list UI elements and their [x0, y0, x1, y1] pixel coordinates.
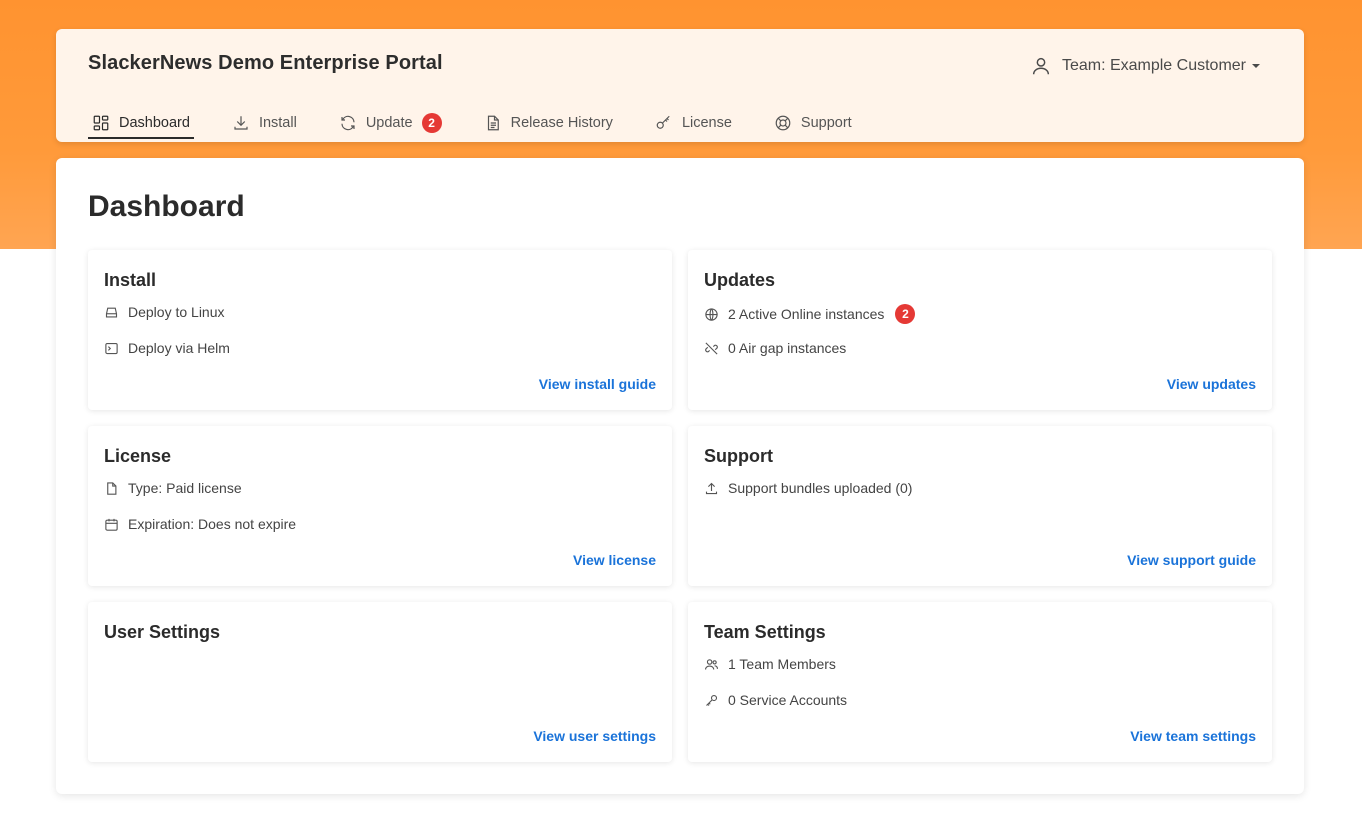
list-item: 0 Air gap instances [704, 340, 846, 356]
list-item: Support bundles uploaded (0) [704, 480, 912, 496]
upload-icon [705, 482, 718, 494]
tab-license[interactable]: License [651, 107, 736, 139]
tab-install-label: Install [258, 115, 297, 131]
team-name: Team: Example Customer [1061, 57, 1246, 74]
view-install-guide-link[interactable]: View install guide [539, 376, 656, 392]
refresh-icon [341, 115, 355, 131]
chevron-down-icon [1252, 64, 1260, 68]
main-nav: Dashboard Install Update 2 Release Histo… [88, 107, 890, 139]
tab-release-history-label: Release History [510, 115, 613, 131]
tab-license-label: License [681, 115, 732, 131]
page-title: Dashboard [88, 190, 245, 223]
list-item: 2 Active Online instances 2 [704, 304, 916, 324]
file-icon [107, 481, 117, 495]
team-settings-card: Team Settings 1 Team Members 0 Service A… [688, 602, 1272, 762]
users-icon [705, 658, 718, 670]
user-settings-card: User Settings View user settings [88, 602, 672, 762]
portal-title: SlackerNews Demo Enterprise Portal [88, 52, 443, 74]
support-card: Support Support bundles uploaded (0) Vie… [688, 426, 1272, 586]
card-title: Support [704, 446, 773, 466]
tab-dashboard-label: Dashboard [119, 115, 190, 131]
dashboard-icon [93, 115, 109, 131]
card-title: Updates [704, 270, 776, 290]
view-updates-link[interactable]: View updates [1167, 376, 1256, 392]
list-item: Type: Paid license [104, 480, 242, 496]
list-item: 1 Team Members [704, 656, 836, 672]
update-count-badge: 2 [421, 113, 442, 133]
view-support-guide-link[interactable]: View support guide [1127, 552, 1256, 568]
card-title: License [104, 446, 172, 466]
main-panel: Dashboard Install Deploy to Linux Deploy… [56, 158, 1304, 794]
tab-update[interactable]: Update 2 [335, 107, 446, 139]
view-user-settings-link[interactable]: View user settings [533, 728, 656, 744]
tab-update-label: Update [365, 115, 413, 131]
list-item: Deploy via Helm [104, 340, 230, 356]
install-card: Install Deploy to Linux Deploy via Helm … [88, 250, 672, 410]
download-icon [234, 116, 248, 130]
view-license-link[interactable]: View license [573, 552, 656, 568]
unlink-icon [705, 341, 718, 355]
tab-support-label: Support [800, 115, 852, 131]
user-icon [1032, 57, 1050, 75]
calendar-icon [105, 518, 118, 531]
key-icon [656, 115, 670, 129]
online-instances-badge: 2 [895, 304, 916, 324]
card-title: User Settings [104, 622, 221, 642]
server-drive-icon [105, 307, 118, 317]
license-card: License Type: Paid license Expiration: D… [88, 426, 672, 586]
tab-install[interactable]: Install [228, 107, 301, 139]
key-icon [706, 694, 718, 706]
globe-icon [705, 307, 718, 321]
updates-card: Updates 2 Active Online instances 2 0 Ai… [688, 250, 1272, 410]
lifebuoy-icon [775, 115, 791, 131]
team-menu[interactable]: Team: Example Customer [1030, 55, 1260, 77]
portal-header: SlackerNews Demo Enterprise Portal Team:… [56, 29, 1304, 142]
tab-release-history[interactable]: Release History [480, 107, 617, 139]
document-icon [487, 115, 499, 131]
view-team-settings-link[interactable]: View team settings [1130, 728, 1256, 744]
card-title: Install [104, 270, 157, 290]
tab-support[interactable]: Support [770, 107, 856, 139]
list-item: Expiration: Does not expire [104, 516, 296, 532]
terminal-icon [105, 342, 118, 354]
list-item: 0 Service Accounts [704, 692, 847, 708]
list-item: Deploy to Linux [104, 304, 225, 320]
card-title: Team Settings [704, 622, 826, 642]
tab-dashboard[interactable]: Dashboard [88, 107, 194, 139]
